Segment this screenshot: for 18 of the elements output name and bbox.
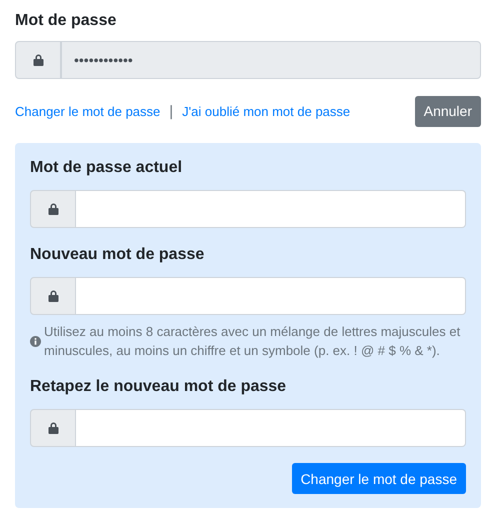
section-title: Mot de passe <box>15 12 118 31</box>
password-field[interactable] <box>76 190 466 228</box>
lock-icon <box>32 54 44 66</box>
forgot-password-link[interactable]: J'ai oublié mon mot de passe <box>182 104 350 118</box>
lock-icon <box>48 422 58 434</box>
separator: | <box>169 102 174 120</box>
lock-icon <box>48 203 58 215</box>
change-password-link[interactable]: Changer le mot de passe <box>15 104 160 118</box>
password-field[interactable] <box>76 277 466 315</box>
lock-icon <box>48 290 58 302</box>
hint-text: Utilisez au moins 8 caractères avec un mélange de lettres majuscules et minuscules, au moins un chiffre et un symbole (p. ex. ! @ # $ % & *). <box>44 323 462 360</box>
submit-button[interactable]: Changer le mot de passe <box>292 463 466 494</box>
field-label: Mot de passe actuel <box>30 159 184 178</box>
cancel-button[interactable]: Annuler <box>414 96 481 126</box>
field-label: Nouveau mot de passe <box>30 246 206 265</box>
field-label: Retapez le nouveau mot de passe <box>30 378 288 397</box>
password-field[interactable] <box>76 409 466 447</box>
info-icon <box>30 336 41 346</box>
